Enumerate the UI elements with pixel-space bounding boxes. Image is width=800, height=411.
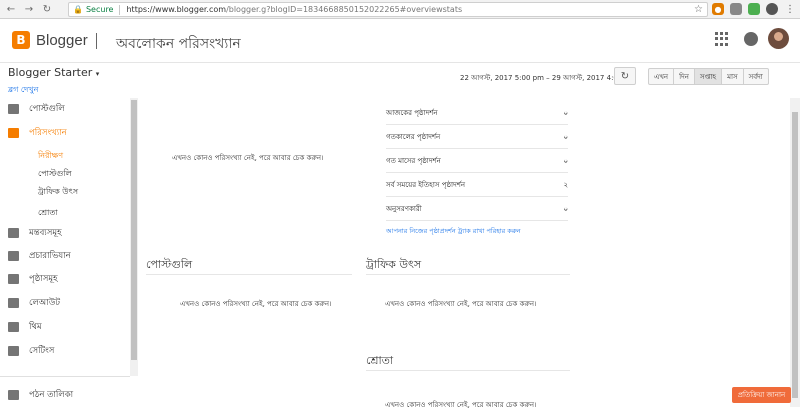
- range-all-button[interactable]: সর্বদা: [744, 69, 768, 84]
- blogger-logo-icon[interactable]: B: [12, 31, 30, 49]
- layout-icon: [8, 298, 19, 308]
- feedback-button[interactable]: প্রতিক্রিয়া জানান: [732, 387, 791, 403]
- traffic-no-data: এখনও কোনও পরিসংখ্যা নেই, পরে আবার চেক কর…: [385, 300, 537, 308]
- range-week-button[interactable]: সপ্তাহ: [694, 69, 723, 84]
- page-title: অবলোকন পরিসংখ্যান: [116, 36, 241, 52]
- refresh-button[interactable]: ↻: [614, 67, 636, 85]
- date-range: 22 আগস্ট, 2017 5:00 pm – 29 আগস্ট, 2017 …: [460, 74, 636, 82]
- sidebar: পোস্টগুলি পরিসংখ্যান নিরীক্ষণ পোস্টগুলি …: [0, 98, 130, 407]
- secure-label: Secure: [85, 5, 114, 14]
- forward-icon[interactable]: →: [22, 2, 36, 16]
- sidebar-scrollbar[interactable]: [130, 98, 138, 376]
- range-day-button[interactable]: দিন: [674, 69, 695, 84]
- exclude-pageviews-link[interactable]: আপনার নিজের পৃষ্ঠাপ্রদর্শন ট্র্যাক রাখা …: [386, 226, 521, 237]
- campaigns-icon: [8, 251, 19, 261]
- gear-icon: [8, 346, 19, 356]
- sidebar-item-theme[interactable]: থিম: [8, 320, 42, 334]
- audience-no-data: এখনও কোনও পরিসংখ্যা নেই, পরে আবার চেক কর…: [385, 401, 537, 409]
- theme-icon: [8, 322, 19, 332]
- refresh-icon: ↻: [620, 70, 630, 82]
- posts-icon: [8, 104, 19, 114]
- apps-grid-icon[interactable]: [715, 32, 729, 46]
- menu-icon[interactable]: ⋮: [784, 3, 796, 15]
- brand-name[interactable]: Blogger: [36, 32, 88, 49]
- extension-icon[interactable]: [730, 3, 742, 15]
- address-bar[interactable]: 🔒 Secure https://www.blogger.com/blogger…: [68, 2, 708, 17]
- browser-toolbar: ← → ↻ 🔒 Secure https://www.blogger.com/b…: [0, 0, 800, 19]
- audience-section-title: শ্রোতা: [366, 354, 394, 367]
- sidebar-item-settings[interactable]: সেটিংস: [8, 344, 54, 358]
- sidebar-item-campaigns[interactable]: প্রচারাভিযান: [8, 249, 71, 263]
- comments-icon: [8, 228, 19, 238]
- posts-no-data: এখনও কোনও পরিসংখ্যা নেই, পরে আবার চেক কর…: [180, 300, 332, 308]
- sidebar-item-comments[interactable]: মন্তব্যসমূহ: [8, 226, 62, 240]
- range-selector: এখন দিন সপ্তাহ মাস সর্বদা: [648, 68, 769, 85]
- table-row: অনুসরণকারী ০: [386, 198, 568, 221]
- reload-icon[interactable]: ↻: [40, 2, 54, 16]
- traffic-section-title: ট্রাফিক উৎস: [366, 258, 422, 271]
- range-month-button[interactable]: মাস: [722, 69, 744, 84]
- bookmark-star-icon[interactable]: ☆: [694, 4, 703, 15]
- sidebar-item-stats[interactable]: পরিসংখ্যান: [8, 126, 67, 140]
- pages-icon: [8, 274, 19, 284]
- view-blog-link[interactable]: ব্লগ দেখুন: [8, 84, 38, 97]
- table-row: আজকের পৃষ্ঠাদর্শন ০: [386, 102, 568, 125]
- sidebar-sub-posts[interactable]: পোস্টগুলি: [38, 168, 72, 181]
- sidebar-sub-overview[interactable]: নিরীক্ষণ: [38, 150, 63, 163]
- back-icon[interactable]: ←: [4, 2, 18, 16]
- sidebar-item-pages[interactable]: পৃষ্ঠাসমূহ: [8, 272, 58, 286]
- blog-selector[interactable]: Blogger Starter ▾: [8, 66, 99, 79]
- posts-section-title: পোস্টগুলি: [146, 258, 193, 271]
- range-now-button[interactable]: এখন: [649, 69, 675, 84]
- sidebar-item-posts[interactable]: পোস্টগুলি: [8, 102, 65, 116]
- app-header: B Blogger অবলোকন পরিসংখ্যান: [0, 19, 800, 63]
- main-scrollbar[interactable]: [790, 98, 800, 407]
- url-text: https://www.blogger.com/blogger.g?blogID…: [126, 5, 463, 14]
- sidebar-sub-audience[interactable]: শ্রোতা: [38, 207, 58, 220]
- overview-no-data: এখনও কোনও পরিসংখ্যা নেই, পরে আবার চেক কর…: [172, 154, 324, 162]
- avatar[interactable]: [768, 28, 789, 49]
- stats-icon: [8, 128, 19, 138]
- table-row: সর্ব সময়ের ইতিহাস পৃষ্ঠাদর্শন ২: [386, 174, 568, 197]
- bookmark-icon: [8, 390, 19, 400]
- extension-icon[interactable]: [766, 3, 778, 15]
- sidebar-item-reading-list[interactable]: পঠন তালিকা: [8, 388, 73, 402]
- chevron-down-icon: ▾: [95, 70, 100, 78]
- extension-icon[interactable]: ●: [712, 3, 724, 15]
- table-row: গতকালের পৃষ্ঠাদর্শন ০: [386, 126, 568, 149]
- sidebar-sub-traffic[interactable]: ট্রাফিক উৎস: [38, 186, 78, 199]
- sidebar-item-layout[interactable]: লেআউট: [8, 296, 60, 310]
- extension-icon[interactable]: [748, 3, 760, 15]
- notifications-icon[interactable]: [744, 32, 758, 46]
- table-row: গত মাসের পৃষ্ঠাদর্শন ০: [386, 150, 568, 173]
- lock-icon: 🔒: [73, 5, 83, 14]
